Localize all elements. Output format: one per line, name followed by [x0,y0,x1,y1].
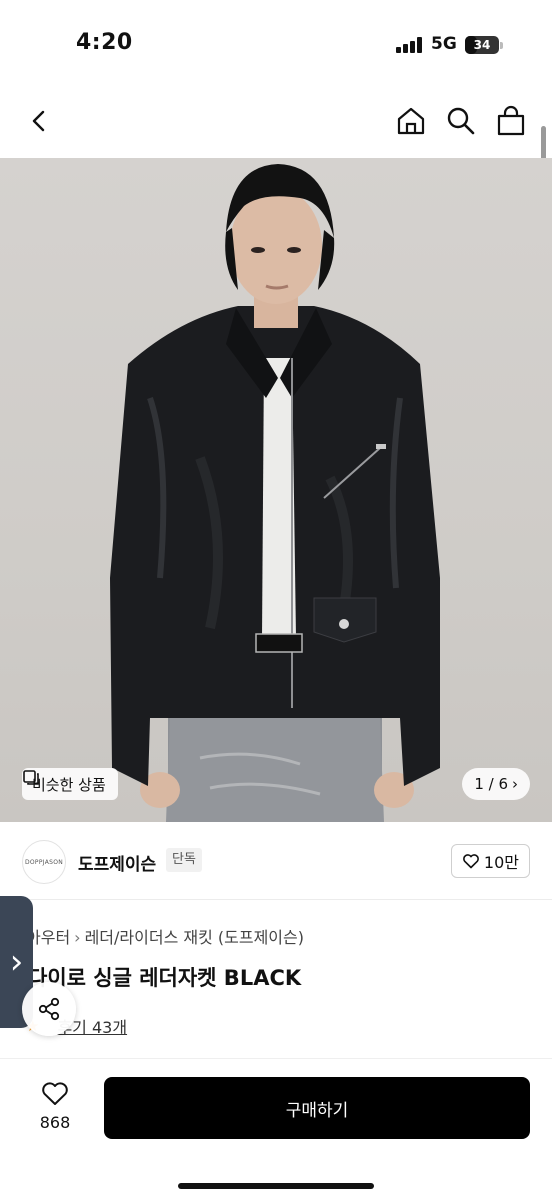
brand-logo[interactable]: DOPPJASON [22,840,66,884]
battery-percent: 34 [473,38,491,52]
similar-products-label: 비슷한 상품 [32,775,106,794]
network-type: 5G [431,34,457,54]
shopping-bag-icon[interactable] [494,104,528,138]
chevron-right-icon: › [512,775,518,793]
heart-icon [42,1082,68,1105]
image-page-indicator[interactable]: 1 / 6 › [462,768,530,800]
wishlist-button[interactable]: 868 [24,1079,86,1132]
breadcrumb-separator: › [74,928,81,947]
battery-tip [500,42,503,49]
page-indicator-text: 1 / 6 [474,775,508,793]
brand-logo-text: DOPPJASON [24,858,64,866]
home-icon[interactable] [394,104,428,138]
share-button[interactable] [22,982,76,1036]
back-icon[interactable] [22,104,56,138]
status-time: 4:20 [76,30,133,55]
exclusive-badge: 단독 [166,848,202,872]
side-tab-chevron-icon: › [9,942,24,982]
status-bar: 4:20 5G 34 [0,0,552,92]
home-indicator[interactable] [178,1183,374,1189]
brand-name[interactable]: 도프제이슨 [78,850,156,875]
product-image-carousel[interactable]: 비슷한 상품 1 / 6 › [0,158,552,822]
breadcrumb: 아우터 › 레더/라이더스 재킷 (도프제이슨) [26,924,304,948]
similar-products-button[interactable]: 비슷한 상품 [22,768,118,800]
bottom-action-bar: 868 구매하기 [0,1058,552,1200]
wishlist-count: 868 [39,1113,71,1132]
product-title: 다이로 싱글 레더자켓 BLACK [28,966,302,990]
brand-like-button[interactable]: 10만 [450,844,530,878]
top-nav-bar [0,92,552,158]
buy-button[interactable]: 구매하기 [104,1077,530,1139]
signal-icon [396,37,424,53]
brand-like-count: 10만 [483,853,519,872]
product-photo [110,164,440,822]
share-icon [38,997,60,1021]
brand-row: DOPPJASON 도프제이슨 단독 10만 [0,822,552,900]
breadcrumb-item[interactable]: 레더/라이더스 재킷 (도프제이슨) [85,928,304,947]
search-icon[interactable] [444,104,478,138]
similar-items-icon [23,770,39,785]
heart-icon [463,854,479,869]
battery-icon: 34 [465,36,499,54]
